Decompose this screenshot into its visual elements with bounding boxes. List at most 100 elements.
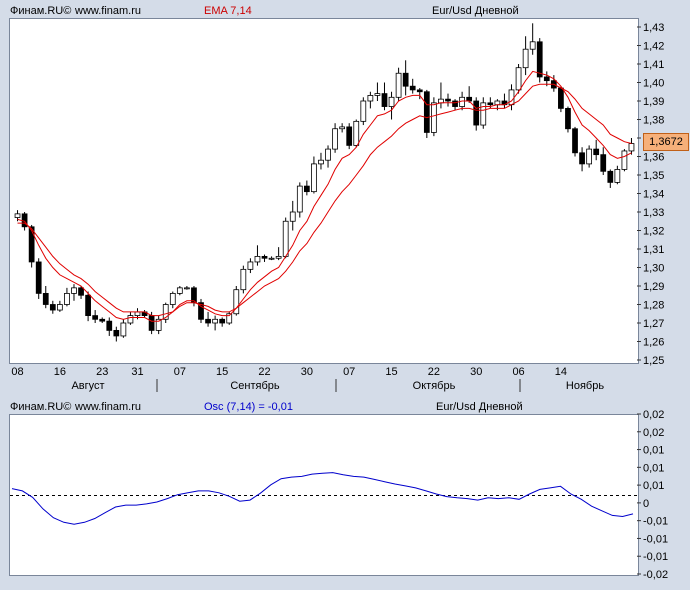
price-x-tick-label: 23 — [96, 366, 108, 378]
price-month-label: Сентябрь — [230, 380, 280, 392]
price-x-tick-label: 15 — [216, 366, 228, 378]
candle-up — [282, 220, 289, 257]
candle-up — [14, 213, 21, 218]
price-y-tick-label: 1,28 — [643, 300, 664, 312]
candle-down — [543, 76, 550, 82]
candle-up — [134, 311, 141, 316]
candle-up — [515, 67, 522, 91]
candle-up — [522, 48, 529, 69]
osc-line — [11, 472, 634, 525]
candle-up — [360, 100, 367, 122]
price-x-tick-label: 15 — [385, 366, 397, 378]
price-x-tick-label: 14 — [555, 366, 567, 378]
candle-down — [205, 318, 211, 324]
candle-down — [35, 261, 42, 294]
candle-down — [113, 329, 120, 337]
candle-down — [416, 89, 423, 93]
price-x-tick-label: 30 — [301, 366, 313, 378]
candle-down — [423, 91, 430, 133]
candle-up — [431, 102, 437, 133]
price-y-tick-label: 1,27 — [643, 318, 664, 330]
candle-up — [247, 261, 254, 270]
price-y-tick-label: 1,30 — [643, 263, 664, 275]
last-price-tag: 1,3672 — [643, 133, 689, 151]
candle-down — [346, 126, 353, 146]
chart-canvas: 1,431,421,411,401,391,381,371,361,351,34… — [10, 22, 668, 581]
candle-down — [85, 294, 91, 317]
candle-up — [296, 185, 303, 213]
candle-up — [254, 255, 261, 263]
candle-down — [402, 72, 409, 87]
candle-up — [395, 72, 402, 98]
candle-up — [339, 126, 346, 130]
candle-up — [268, 257, 275, 260]
candle-down — [261, 255, 268, 259]
price-y-tick-label: 1,32 — [643, 226, 664, 238]
candle-up — [374, 93, 381, 96]
price-y-tick-label: 1,34 — [643, 189, 664, 201]
candle-up — [586, 148, 593, 165]
candle-up — [240, 268, 247, 291]
candle-down — [572, 128, 578, 154]
price-x-tick-label: 08 — [11, 366, 23, 378]
osc-y-tick-label: -0,02 — [643, 569, 668, 581]
price-y-tick-label: 1,42 — [643, 41, 664, 53]
candle-down — [445, 98, 451, 102]
candle-up — [64, 292, 70, 305]
candle-up — [621, 150, 628, 170]
candle-down — [106, 320, 113, 331]
candle-down — [473, 100, 480, 126]
price-y-tick-label: 1,25 — [643, 355, 664, 367]
osc-y-tick-label: -0,01 — [643, 516, 668, 528]
candle-up — [614, 169, 621, 183]
candle-up — [353, 120, 360, 146]
candle-up — [289, 211, 296, 222]
candle-up — [494, 100, 501, 106]
price-x-tick-label: 16 — [54, 366, 66, 378]
osc-y-tick-label: 0,01 — [643, 480, 664, 492]
price-month-label: Ноябрь — [566, 380, 604, 392]
osc-y-tick-label: 0 — [643, 498, 649, 510]
candle-up — [169, 292, 176, 305]
osc-y-tick-label: 0,01 — [643, 462, 664, 474]
candle-up — [367, 95, 374, 102]
price-x-tick-label: 07 — [174, 366, 186, 378]
price-y-tick-label: 1,35 — [643, 170, 664, 182]
osc-y-tick-label: -0,01 — [643, 551, 668, 563]
candle-up — [120, 322, 127, 337]
osc-y-tick-label: 0,01 — [643, 445, 664, 457]
price-month-label: Август — [71, 380, 104, 392]
candle-up — [508, 89, 515, 106]
candle-up — [628, 143, 635, 152]
candle-up — [529, 41, 536, 50]
candle-up — [176, 287, 183, 294]
candle-down — [381, 93, 388, 107]
price-month-label: Октябрь — [413, 380, 456, 392]
price-y-tick-label: 1,26 — [643, 337, 664, 349]
candle-down — [607, 170, 614, 183]
candle-up — [275, 255, 282, 259]
price-x-tick-label: 06 — [512, 366, 524, 378]
price-x-tick-label: 22 — [258, 366, 270, 378]
price-y-tick-label: 1,33 — [643, 207, 664, 219]
osc-y-tick-label: -0,01 — [643, 533, 668, 545]
candle-down — [219, 318, 226, 324]
candle-down — [99, 318, 106, 322]
candle-down — [303, 185, 310, 193]
candle-up — [311, 163, 317, 193]
candle-up — [438, 98, 444, 104]
candle-down — [78, 287, 84, 296]
price-y-tick-label: 1,38 — [643, 115, 664, 127]
candle-up — [332, 128, 338, 150]
candle-up — [56, 304, 63, 311]
candle-down — [593, 148, 600, 156]
price-x-tick-label: 30 — [470, 366, 482, 378]
price-y-tick-label: 1,39 — [643, 96, 664, 108]
candle-down — [600, 154, 607, 172]
osc-y-tick-label: 0,02 — [643, 427, 664, 439]
candle-down — [148, 315, 155, 331]
candle-down — [452, 100, 458, 107]
candle-up — [71, 287, 77, 294]
candle-down — [536, 41, 543, 78]
candle-down — [565, 108, 571, 130]
